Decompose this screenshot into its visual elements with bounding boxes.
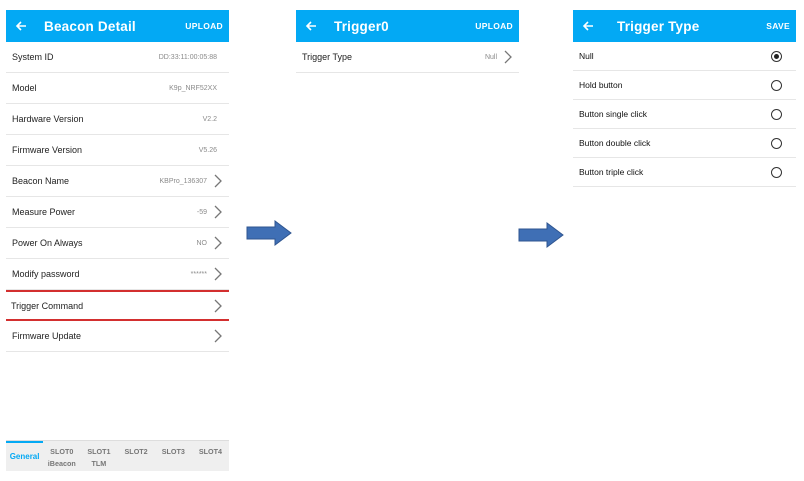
option-null[interactable]: Null [573,42,796,71]
chevron-right-icon [211,297,225,315]
tab-slot3[interactable]: SLOT3 [155,441,192,471]
page-title: Beacon Detail [44,18,136,34]
chevron-right-icon [211,172,225,190]
row-label: System ID [12,52,54,62]
row-trigger-type[interactable]: Trigger Type Null [296,42,519,73]
back-button[interactable] [6,20,36,32]
row-label: Trigger Type [302,52,353,62]
radio-unselected[interactable] [771,166,782,178]
option-label: Button single click [579,109,648,119]
row-trigger-command[interactable]: Trigger Command [6,290,229,321]
row-beacon-name[interactable]: Beacon Name KBPro_136307 [6,166,229,197]
app-bar: Beacon Detail UPLOAD [6,10,229,42]
row-model: Model K9p_NRF52XX [6,73,229,104]
row-label: Model [12,83,37,93]
option-double-click[interactable]: Button double click [573,129,796,158]
row-label: Beacon Name [12,176,70,186]
row-value: V2.2 [202,115,217,123]
back-button[interactable] [573,20,603,32]
row-value: KBPro_136307 [159,177,207,185]
option-single-click[interactable]: Button single click [573,100,796,129]
trigger-type-screen: Trigger Type SAVE Null Hold button Butto… [573,10,796,471]
option-label: Button triple click [579,167,644,177]
option-label: Null [579,51,594,61]
row-value: K9p_NRF52XX [169,84,217,92]
row-power-on-always[interactable]: Power On Always NO [6,228,229,259]
chevron-right-icon [211,327,225,345]
tab-slot2[interactable]: SLOT2 [118,441,155,471]
tab-label: SLOT0 [50,447,74,456]
tab-general[interactable]: General [6,441,44,471]
row-label: Firmware Update [12,331,82,341]
tab-sublabel: iBeacon [47,459,76,468]
app-bar: Trigger0 UPLOAD [296,10,519,42]
tab-slot4[interactable]: SLOT4 [192,441,229,471]
row-value: Null [484,53,497,61]
row-value: NO [196,239,208,247]
slot-tab-bar: General SLOT0 iBeacon SLOT1 TLM SLOT2 SL… [6,440,229,471]
row-firmware-update[interactable]: Firmware Update [6,321,229,352]
row-label: Firmware Version [12,145,83,155]
radio-unselected[interactable] [771,108,782,120]
row-system-id: System ID DD:33:11:00:05:88 [6,42,229,73]
app-bar: Trigger Type SAVE [573,10,796,42]
save-button[interactable]: SAVE [766,21,796,31]
tab-label: SLOT3 [161,447,185,456]
row-value: -59 [196,208,207,216]
chevron-right-icon [211,265,225,283]
row-hardware-version: Hardware Version V2.2 [6,104,229,135]
row-value: V5.26 [198,146,217,154]
radio-dot [774,53,779,59]
radio-selected[interactable] [771,50,782,62]
arrow-left-icon [15,21,26,31]
option-label: Button double click [579,138,651,148]
chevron-right-icon [211,203,225,221]
chevron-right-icon [501,48,515,66]
row-label: Hardware Version [12,114,84,124]
trigger0-screen: Trigger0 UPLOAD Trigger Type Null [296,10,519,471]
back-button[interactable] [296,20,326,32]
row-measure-power[interactable]: Measure Power -59 [6,197,229,228]
radio-unselected[interactable] [771,79,782,91]
row-value: ****** [190,270,207,278]
option-label: Hold button [579,80,623,90]
upload-button[interactable]: UPLOAD [185,21,229,31]
tab-sublabel: TLM [91,459,107,468]
tab-label: SLOT4 [198,447,223,456]
tab-slot1[interactable]: SLOT1 TLM [80,441,117,471]
page-title: Trigger Type [617,18,700,34]
row-label: Trigger Command [11,300,84,311]
option-hold-button[interactable]: Hold button [573,71,796,100]
tab-label: General [9,452,40,461]
radio-unselected[interactable] [771,137,782,149]
right-arrow-icon [246,220,292,246]
chevron-right-icon [211,234,225,252]
beacon-detail-screen: Beacon Detail UPLOAD System ID DD:33:11:… [6,10,229,471]
row-label: Power On Always [12,238,83,248]
right-arrow-icon [518,222,564,248]
option-triple-click[interactable]: Button triple click [573,158,796,187]
row-value: DD:33:11:00:05:88 [158,53,217,61]
row-firmware-version: Firmware Version V5.26 [6,135,229,166]
arrow-left-icon [305,21,316,31]
upload-button[interactable]: UPLOAD [475,21,519,31]
arrow-left-icon [582,21,593,31]
tab-slot0[interactable]: SLOT0 iBeacon [43,441,80,471]
row-label: Measure Power [12,207,76,217]
page-title: Trigger0 [334,18,389,34]
tab-label: SLOT1 [87,447,111,456]
row-label: Modify password [12,269,80,279]
row-modify-password[interactable]: Modify password ****** [6,259,229,290]
tab-label: SLOT2 [124,447,148,456]
